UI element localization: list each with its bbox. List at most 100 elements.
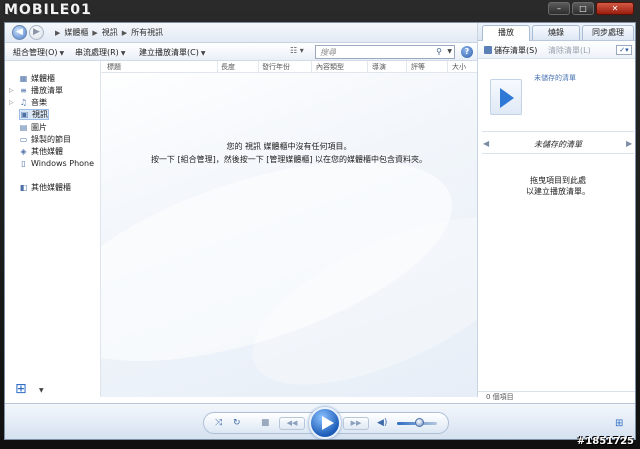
window-frame: MOBILE01 – □ ✕ ◀ ▶ ▶ 媒體櫃 ▶ 視訊 ▶ 所有視訊 組合管… bbox=[0, 0, 640, 449]
previous-button[interactable]: ◀◀ bbox=[279, 417, 305, 430]
column-content-type[interactable]: 內容類型 bbox=[316, 62, 344, 72]
title-bar: MOBILE01 – □ ✕ bbox=[0, 0, 640, 22]
nav-item-other-media[interactable]: ◈ 其他媒體 bbox=[9, 146, 63, 157]
stream-label: 串流處理(R) bbox=[75, 48, 119, 57]
navigation-pane: ▦ 媒體櫃 ▷ ≡ 播放清單 ▷ ♫ 音樂 ▣ 視訊 ▤ 圖片 ▭ 錄製的節目 … bbox=[5, 61, 101, 397]
column-title[interactable]: 標題 bbox=[107, 62, 121, 72]
nav-item-windows-phone[interactable]: ▯ Windows Phone bbox=[9, 158, 94, 169]
nav-item-label: 其他媒體櫃 bbox=[31, 183, 71, 192]
back-button[interactable]: ◀ bbox=[12, 25, 27, 40]
arrow-right-icon[interactable]: ▶ bbox=[626, 139, 632, 148]
nav-item-other-libraries[interactable]: ◧ 其他媒體櫃 bbox=[9, 182, 71, 193]
chevron-right-icon: ▶ bbox=[121, 28, 128, 37]
tab-sync[interactable]: 同步處理 bbox=[582, 25, 634, 40]
volume-icon[interactable]: ◀) bbox=[377, 418, 387, 428]
column-length[interactable]: 長度 bbox=[221, 62, 235, 72]
watermark-logo: MOBILE01 bbox=[4, 2, 92, 18]
chevron-down-icon: ▼ bbox=[59, 50, 65, 57]
breadcrumb-item[interactable]: 視訊 bbox=[102, 27, 118, 38]
save-icon bbox=[484, 46, 492, 54]
empty-message: 您的 視訊 媒體櫃中沒有任何項目。 bbox=[226, 142, 352, 151]
music-icon: ♫ bbox=[19, 98, 28, 107]
item-count: 0 個項目 bbox=[478, 391, 635, 403]
close-button[interactable]: ✕ bbox=[596, 2, 634, 15]
breadcrumb-item[interactable]: 媒體櫃 bbox=[64, 27, 88, 38]
repeat-icon[interactable]: ↻ bbox=[233, 418, 241, 428]
stop-icon[interactable]: ■ bbox=[261, 418, 270, 428]
tab-play[interactable]: 播放 bbox=[482, 25, 530, 41]
list-toolbar: 儲存清單(S) 清除清單(L) ✓▾ bbox=[478, 41, 635, 59]
column-release-year[interactable]: 發行年份 bbox=[262, 62, 290, 72]
chevron-right-icon: ▶ bbox=[55, 28, 61, 37]
nav-item-label: Windows Phone bbox=[31, 159, 95, 168]
playlist-thumbnail bbox=[490, 79, 522, 115]
watermark-id: #1851725 bbox=[576, 436, 634, 447]
other-libraries-icon: ◧ bbox=[19, 183, 28, 192]
search-input[interactable]: 搜尋 bbox=[320, 47, 336, 58]
switch-to-now-playing-icon[interactable]: ⊞ bbox=[615, 418, 623, 429]
volume-slider-knob[interactable] bbox=[415, 418, 424, 427]
picture-icon: ▤ bbox=[19, 123, 28, 132]
video-icon: ▣ bbox=[20, 110, 29, 119]
list-pane: 播放 燒錄 同步處理 儲存清單(S) 清除清單(L) ✓▾ 未儲存的清單 ◀ 未… bbox=[477, 23, 635, 401]
organize-button[interactable]: 組合管理(O) ▼ bbox=[13, 47, 64, 58]
unsaved-list-title[interactable]: 未儲存的清單 bbox=[534, 73, 576, 83]
drag-hint-line1: 拖曳項目到此處 bbox=[530, 176, 586, 185]
maximize-button[interactable]: □ bbox=[572, 2, 594, 15]
nav-item-music[interactable]: ▷ ♫ 音樂 bbox=[9, 97, 47, 108]
organize-label: 組合管理(O) bbox=[13, 48, 58, 57]
next-button[interactable]: ▶▶ bbox=[343, 417, 369, 430]
library-icon: ▦ bbox=[19, 74, 28, 83]
view-options-button[interactable]: ☷ ▾ bbox=[290, 46, 312, 58]
divider bbox=[482, 131, 634, 132]
shuffle-icon[interactable]: ⤨ bbox=[215, 418, 222, 428]
play-icon bbox=[500, 88, 514, 108]
chevron-down-icon[interactable]: ▼ bbox=[39, 387, 44, 394]
nav-item-pictures[interactable]: ▤ 圖片 bbox=[9, 122, 47, 133]
player-controls: ⤨ ↻ ■ ◀◀ ▶▶ ◀) ⊞ bbox=[5, 403, 635, 439]
minimize-button[interactable]: – bbox=[548, 2, 570, 15]
search-icon[interactable]: ⚲ bbox=[436, 47, 442, 56]
tab-burn[interactable]: 燒錄 bbox=[532, 25, 580, 40]
nav-item-recorded-tv[interactable]: ▭ 錄製的節目 bbox=[9, 134, 71, 145]
create-playlist-button[interactable]: 建立播放清單(C) ▼ bbox=[139, 47, 205, 58]
phone-icon: ▯ bbox=[21, 159, 26, 168]
help-icon[interactable]: ? bbox=[461, 46, 473, 58]
play-icon bbox=[322, 416, 334, 430]
toolbar: 組合管理(O) ▼ 串流處理(R) ▼ 建立播放清單(C) ▼ ☷ ▾ 搜尋 ⚲ ▼ … bbox=[5, 43, 477, 61]
chevron-down-icon: ▼ bbox=[120, 50, 126, 57]
empty-instruction: 按一下 [組合管理]，然後按一下 [管理媒體櫃] 以在您的媒體櫃中包含資料夾。 bbox=[150, 155, 428, 164]
column-rating[interactable]: 評等 bbox=[411, 62, 425, 72]
list-options-button[interactable]: ✓▾ bbox=[616, 45, 632, 55]
play-button[interactable] bbox=[309, 407, 341, 439]
expand-icon[interactable]: ▷ bbox=[9, 99, 16, 106]
clear-list-button[interactable]: 清除清單(L) bbox=[548, 45, 591, 56]
search-box[interactable]: 搜尋 ⚲ ▼ bbox=[315, 45, 455, 59]
windows-logo-icon[interactable]: ⊞ bbox=[15, 381, 27, 397]
nav-item-label: 錄製的節目 bbox=[31, 135, 71, 144]
chevron-down-icon: ▼ bbox=[200, 50, 206, 57]
window-controls: – □ ✕ bbox=[548, 2, 634, 15]
save-list-button[interactable]: 儲存清單(S) bbox=[484, 45, 537, 56]
nav-item-label: 播放清單 bbox=[31, 86, 63, 95]
chevron-down-icon[interactable]: ▼ bbox=[447, 48, 452, 55]
stream-button[interactable]: 串流處理(R) ▼ bbox=[75, 47, 125, 58]
column-size[interactable]: 大小 bbox=[452, 62, 466, 72]
forward-button[interactable]: ▶ bbox=[29, 25, 44, 40]
nav-item-label: 其他媒體 bbox=[31, 147, 63, 156]
nav-item-library[interactable]: ▦ 媒體櫃 bbox=[9, 73, 55, 84]
expand-icon[interactable]: ▷ bbox=[9, 87, 16, 94]
content-area: 標題 長度 發行年份 內容類型 導演 評等 大小 您的 視訊 媒體櫃中沒有任何項… bbox=[101, 61, 477, 397]
nav-item-playlists[interactable]: ▷ ≡ 播放清單 bbox=[9, 85, 63, 96]
column-director[interactable]: 導演 bbox=[372, 62, 386, 72]
create-playlist-label: 建立播放清單(C) bbox=[139, 48, 199, 57]
unsaved-list-header: 未儲存的清單 bbox=[534, 140, 582, 149]
column-header: 標題 長度 發行年份 內容類型 導演 評等 大小 bbox=[101, 61, 477, 73]
list-tabs: 播放 燒錄 同步處理 bbox=[478, 23, 635, 41]
address-bar: ◀ ▶ ▶ 媒體櫃 ▶ 視訊 ▶ 所有視訊 bbox=[5, 23, 477, 43]
nav-item-video[interactable]: ▣ 視訊 bbox=[19, 109, 49, 120]
chevron-right-icon: ▶ bbox=[92, 28, 98, 37]
breadcrumb-item[interactable]: 所有視訊 bbox=[131, 27, 163, 38]
client-area: ◀ ▶ ▶ 媒體櫃 ▶ 視訊 ▶ 所有視訊 組合管理(O) ▼ 串流處理(R) ▼ … bbox=[4, 22, 636, 440]
divider bbox=[482, 153, 634, 154]
